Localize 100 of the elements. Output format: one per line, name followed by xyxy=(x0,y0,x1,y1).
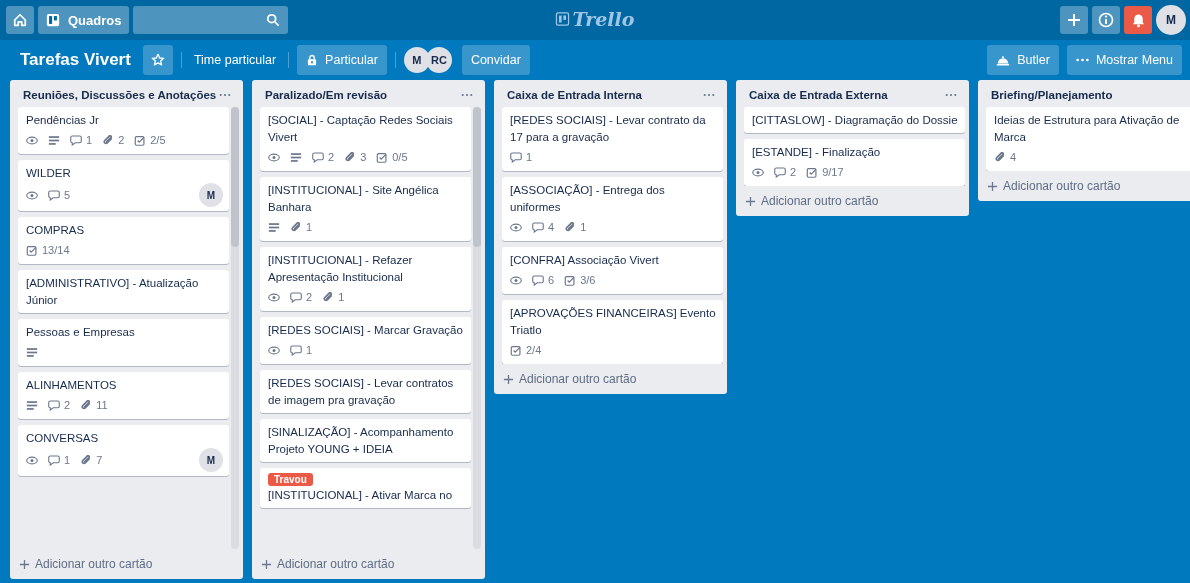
badge-count: 5 xyxy=(64,189,71,201)
badge-count: 1 xyxy=(580,221,587,233)
bell-icon xyxy=(1130,12,1146,28)
list-title[interactable]: Caixa de Entrada Externa xyxy=(749,87,888,104)
card[interactable]: Travou [INSTITUCIONAL] - Ativar Marca no xyxy=(260,468,471,508)
badge-count: 4 xyxy=(1010,151,1017,163)
card-title: [CONFRA] Associação Vivert xyxy=(510,253,660,268)
bell-cloche-icon xyxy=(996,53,1011,67)
info-button[interactable] xyxy=(1092,6,1120,34)
eye-icon xyxy=(26,189,38,201)
card[interactable]: COMPRAS 13/14 xyxy=(18,217,229,264)
badge-count: 1 xyxy=(306,221,313,233)
card[interactable]: WILDER 5 M xyxy=(18,160,229,211)
card[interactable]: [ESTANDE] - Finalização 2 9/17 xyxy=(744,139,965,186)
member-avatar[interactable]: M xyxy=(199,448,223,472)
plus-icon xyxy=(503,373,514,385)
card[interactable]: Pessoas e Empresas xyxy=(18,319,229,366)
card[interactable]: [INSTITUCIONAL] - Site Angélica Banhara 1 xyxy=(260,177,471,241)
checklist-icon xyxy=(134,134,147,146)
card-label: Travou xyxy=(268,473,313,486)
badge-count: 6 xyxy=(548,274,555,286)
badge-count: 1 xyxy=(86,134,93,146)
list-title[interactable]: Reuniões, Discussões e Anotações xyxy=(23,87,217,104)
add-card-button[interactable]: Adicionar outro cartão xyxy=(978,171,1190,201)
more-icon[interactable] xyxy=(703,93,715,97)
card[interactable]: [REDES SOCIAIS] - Levar contratos de imagem pra gravação xyxy=(260,370,471,413)
card[interactable]: CONVERSAS 1 7 M xyxy=(18,425,229,476)
eye-icon xyxy=(268,151,280,163)
description-icon xyxy=(26,399,38,411)
paperclip-icon xyxy=(80,454,93,466)
search-icon xyxy=(266,13,281,27)
comment-icon xyxy=(70,134,82,146)
plus-icon xyxy=(987,180,998,192)
board-icon xyxy=(555,12,570,26)
card-title: Pendências Jr xyxy=(26,113,100,128)
board-icon xyxy=(46,13,60,27)
card[interactable]: [ASSOCIAÇÃO] - Entrega dos uniformes 4 1 xyxy=(502,177,723,241)
card[interactable]: Ideias de Estrutura para Ativação de Marca 4 xyxy=(986,107,1190,171)
list-title[interactable]: Caixa de Entrada Interna xyxy=(507,87,642,104)
card-title: [INSTITUCIONAL] - Ativar Marca no xyxy=(268,488,454,503)
badge-count: 2 xyxy=(328,151,335,163)
info-icon xyxy=(1098,12,1114,28)
member-avatar[interactable]: M xyxy=(403,47,430,73)
card[interactable]: [INSTITUCIONAL] - Refazer Apresentação Institucional 2 1 xyxy=(260,247,471,311)
plus-icon xyxy=(261,558,272,570)
user-avatar[interactable]: M xyxy=(1156,5,1186,35)
card-title: COMPRAS xyxy=(26,223,86,238)
card[interactable]: [REDES SOCIAIS] - Levar contrato da 17 para a gravação 1 xyxy=(502,107,723,171)
add-card-button[interactable]: Adicionar outro cartão xyxy=(10,549,243,579)
badge-count: 2 xyxy=(790,166,797,178)
card[interactable]: [ADMINISTRATIVO] - Atualização Júnior xyxy=(18,270,229,313)
checklist-icon xyxy=(564,274,577,286)
notifications-button[interactable] xyxy=(1124,6,1152,34)
scrollbar[interactable] xyxy=(231,107,239,247)
more-icon[interactable] xyxy=(461,93,473,97)
member-avatar[interactable]: RC xyxy=(425,47,452,73)
add-card-button[interactable]: Adicionar outro cartão xyxy=(494,364,727,394)
board-title[interactable]: Tarefas Vivert xyxy=(20,50,131,70)
card[interactable]: Pendências Jr 1 2 2/5 xyxy=(18,107,229,154)
badge-count: 2 xyxy=(64,399,71,411)
card[interactable]: [APROVAÇÕES FINANCEIRAS] Evento Triatlo 2/4 xyxy=(502,300,723,364)
search-field[interactable] xyxy=(133,6,289,34)
more-icon[interactable] xyxy=(219,93,231,97)
comment-icon xyxy=(48,399,60,411)
member-avatar[interactable]: M xyxy=(199,183,223,207)
add-button[interactable] xyxy=(1060,6,1088,34)
card-title: [ASSOCIAÇÃO] - Entrega dos uniformes xyxy=(510,183,666,215)
card[interactable]: [SINALIZAÇÃO] - Acompanhamento Projeto YOUNG + IDEIA xyxy=(260,419,471,462)
card-title: [ADMINISTRATIVO] - Atualização Júnior xyxy=(26,276,200,308)
comment-icon xyxy=(290,344,302,356)
card[interactable]: [CITTASLOW] - Diagramação do Dossie xyxy=(744,107,965,133)
card-title: [SOCIAL] - Captação Redes Sociais Vivert xyxy=(268,113,454,145)
list-title[interactable]: Briefing/Planejamento xyxy=(991,87,1113,104)
card-title: CONVERSAS xyxy=(26,431,100,446)
eye-icon xyxy=(752,166,764,178)
scrollbar[interactable] xyxy=(473,107,481,247)
card[interactable]: [SOCIAL] - Captação Redes Sociais Vivert 2 3 0/5 xyxy=(260,107,471,171)
card[interactable]: [REDES SOCIAIS] - Marcar Gravação 1 xyxy=(260,317,471,364)
star-button[interactable] xyxy=(142,45,173,75)
badge-count: 13/14 xyxy=(42,244,70,256)
add-card-button[interactable]: Adicionar outro cartão xyxy=(736,186,969,216)
card-title: [CITTASLOW] - Diagramação do Dossie xyxy=(752,113,959,128)
card-title: [REDES SOCIAIS] - Levar contratos de imagem pra gravação xyxy=(268,376,455,408)
badge-count: 1 xyxy=(306,344,313,356)
description-icon xyxy=(26,346,38,358)
paperclip-icon xyxy=(102,134,115,146)
plus-icon xyxy=(1066,12,1082,28)
list-title[interactable]: Paralizado/Em revisão xyxy=(265,87,388,104)
team-button[interactable]: Time particular xyxy=(189,53,281,67)
more-icon[interactable] xyxy=(945,93,957,97)
card[interactable]: [CONFRA] Associação Vivert 6 3/6 xyxy=(502,247,723,294)
card[interactable]: ALINHAMENTOS 2 11 xyxy=(18,372,229,419)
paperclip-icon xyxy=(344,151,357,163)
card-title: [APROVAÇÕES FINANCEIRAS] Evento Triatlo xyxy=(510,306,717,338)
eye-icon xyxy=(268,344,280,356)
paperclip-icon xyxy=(994,151,1006,163)
checklist-icon xyxy=(26,244,38,256)
eye-icon xyxy=(510,221,522,233)
add-card-button[interactable]: Adicionar outro cartão xyxy=(252,549,485,579)
home-button[interactable] xyxy=(6,6,34,34)
